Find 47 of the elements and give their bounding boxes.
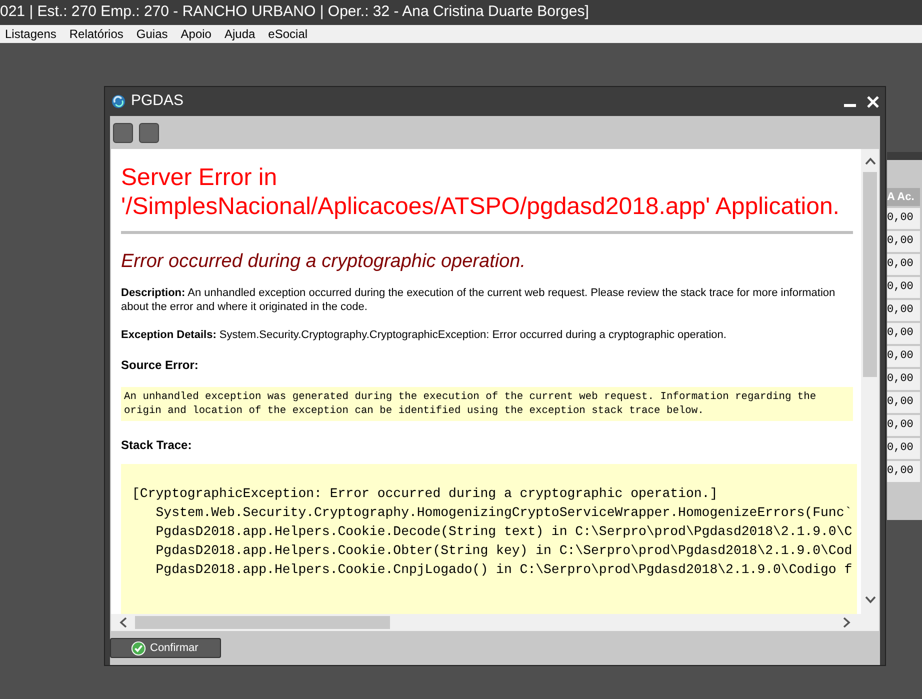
error-subheading: Error occurred during a cryptographic operation.	[121, 250, 526, 274]
toolbar-button[interactable]	[139, 122, 159, 142]
stack-trace-line: [CryptographicException: Error occurred during a cryptographic operation.]	[132, 485, 718, 503]
table-cell: 0,00	[887, 277, 920, 298]
scrollbar-thumb[interactable]	[135, 616, 390, 629]
scrollbar-thumb[interactable]	[863, 172, 877, 377]
table-cell: 0,00	[887, 438, 920, 459]
stack-trace-line: PgdasD2018.app.Helpers.Cookie.CnpjLogado() in C:\Serpro\prod\Pgdasd2018\2.1.9.0\Codigo f	[154, 561, 852, 579]
check-icon	[131, 640, 146, 656]
app-logo-icon	[111, 94, 126, 109]
table-cell: 0,00	[887, 461, 920, 482]
error-heading: Server Error in '/SimplesNacional/Aplicacoes/ATSPO/pgdasd2018.app' Application.	[121, 163, 840, 221]
menu-item[interactable]: Relatórios	[69, 25, 124, 43]
table-cell: 0,00	[887, 300, 920, 321]
toolbar-button[interactable]	[113, 122, 133, 142]
section-heading: Stack Trace:	[121, 437, 193, 454]
app-title: 021 | Est.: 270 Emp.: 270 - RANCHO URBANO | Oper.: 32 - Ana Cristina Duarte Borges]	[0, 2, 589, 22]
table-cell: 0,00	[887, 254, 920, 275]
source-error-block: An unhandled exception was generated during the execution of the current web request. Information regarding the origin and location of the exception can be identified using the exception stack trace below.	[121, 387, 853, 421]
scroll-down-icon[interactable]	[864, 596, 876, 604]
table-cell: 0,00	[887, 369, 920, 390]
table-cell: 0,00	[887, 208, 920, 229]
stack-trace-line: PgdasD2018.app.Helpers.Cookie.Decode(String text) in C:\Serpro\prod\Pgdasd2018\2.1.9.0\C	[154, 523, 852, 541]
vertical-scrollbar[interactable]	[861, 149, 879, 614]
scroll-right-icon[interactable]	[843, 617, 851, 628]
description-text: Description: An unhandled exception occurred during the execution of the current web request. Please review the stack trace for more information about the error and where it originated in the code.	[121, 286, 836, 314]
table-cell: 0,00	[887, 415, 920, 436]
exception-details-text: Exception Details: System.Security.Cryptography.CryptographicException: Error occurred during a cryptographic operation.	[121, 328, 728, 342]
table-cell: 0,00	[887, 346, 920, 367]
menu-item[interactable]: Guias	[136, 25, 168, 43]
menu-item[interactable]: eSocial	[268, 25, 308, 43]
table-cell: 0,00	[887, 392, 920, 413]
close-icon[interactable]	[867, 96, 879, 108]
menu-item[interactable]: Ajuda	[224, 25, 256, 43]
section-heading: Source Error:	[121, 357, 200, 374]
stack-trace-line: PgdasD2018.app.Helpers.Cookie.Obter(String key) in C:\Serpro\prod\Pgdasd2018\2.1.9.0\Cod	[154, 542, 852, 560]
column-header: A Ac.	[887, 188, 920, 206]
table-cell: 0,00	[887, 323, 920, 344]
table-cell: 0,00	[887, 231, 920, 252]
menu-item[interactable]: Apoio	[180, 25, 212, 43]
dialog-title: PGDAS	[131, 91, 184, 112]
stack-trace-line: System.Web.Security.Cryptography.HomogenizingCryptoServiceWrapper.HomogenizeErrors(Func`	[154, 504, 852, 522]
horizontal-scrollbar[interactable]	[111, 614, 879, 631]
scroll-left-icon[interactable]	[119, 617, 127, 628]
scroll-up-icon[interactable]	[864, 157, 876, 165]
confirm-button[interactable]: Confirmar	[110, 638, 221, 658]
menu-item[interactable]: Listagens	[5, 25, 56, 43]
